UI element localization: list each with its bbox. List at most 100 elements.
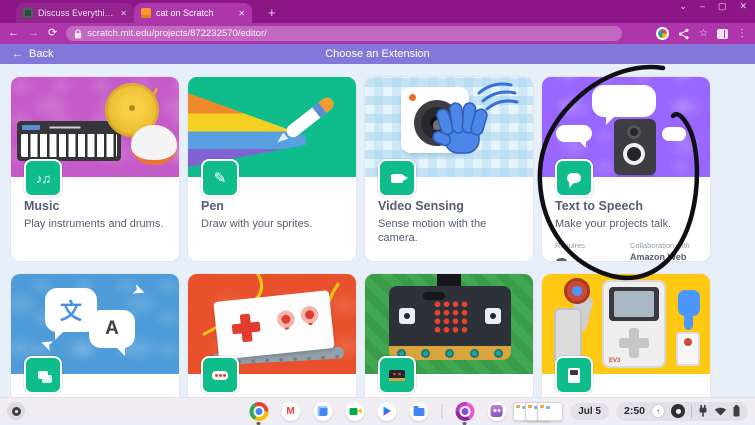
back-icon[interactable]: ←	[8, 28, 19, 39]
scratch-favicon	[141, 8, 151, 18]
keyboard-illustration	[17, 121, 121, 161]
calendar-icon[interactable]	[313, 401, 332, 421]
tab-close-icon[interactable]: ✕	[120, 9, 127, 18]
page-title: Choose an Extension	[325, 48, 430, 60]
extension-grid: ♪♫ Music Play instruments and drums. ✎ P…	[10, 76, 745, 424]
forward-icon[interactable]: →	[28, 28, 39, 39]
pen-extension-icon: ✎	[201, 159, 239, 197]
extension-card-text-to-speech[interactable]: Text to Speech Make your projects talk. …	[541, 76, 711, 262]
pink-browser-app-icon[interactable]	[455, 401, 474, 421]
shelf-app-icons: M	[249, 398, 506, 424]
notification-indicator-icon	[671, 404, 685, 418]
extension-title: Music	[24, 199, 60, 213]
menu-dots-icon[interactable]: ⋮	[737, 28, 747, 40]
extension-description: Draw with your sprites.	[201, 218, 313, 230]
curved-arrow-icon: ➤	[130, 280, 148, 300]
extension-title: Video Sensing	[378, 199, 464, 213]
tab-cat-on-scratch[interactable]: cat on Scratch ✕	[134, 3, 252, 23]
clock: 2:50	[623, 405, 645, 417]
lock-icon	[75, 28, 82, 38]
curved-arrow-icon: ➤	[38, 335, 55, 355]
browser-tabstrip: Discuss Everything About Gacha ✕ cat on …	[0, 0, 755, 23]
wifi-icon	[714, 407, 727, 416]
dpad-illustration	[231, 313, 262, 344]
tab-discuss-gacha[interactable]: Discuss Everything About Gacha ✕	[16, 3, 134, 23]
forum-favicon	[23, 8, 33, 18]
screen-capture-thumbnails[interactable]	[513, 401, 564, 421]
makey-makey-extension-icon	[201, 356, 239, 394]
video-sensing-extension-icon	[378, 159, 416, 197]
address-bar[interactable]: scratch.mit.edu/projects/872232570/edito…	[66, 26, 623, 41]
speech-bubble-left	[556, 125, 592, 148]
launcher-icon	[11, 406, 21, 416]
back-button-label: Back	[29, 48, 54, 60]
extension-description: Make your projects talk.	[555, 218, 672, 230]
extension-title: Text to Speech	[555, 199, 643, 213]
meet-icon[interactable]	[345, 401, 364, 421]
microbit-extension-icon	[378, 356, 416, 394]
translate-extension-icon	[24, 356, 62, 394]
chrome-icon[interactable]	[249, 401, 268, 421]
files-icon[interactable]	[409, 401, 428, 421]
music-extension-icon: ♪♫	[24, 159, 62, 197]
extension-description: Play instruments and drums.	[24, 218, 164, 230]
led-grid	[433, 300, 469, 334]
extension-card-music[interactable]: ♪♫ Music Play instruments and drums.	[10, 76, 180, 262]
pen-illustration	[283, 95, 337, 140]
launcher-button[interactable]	[7, 402, 25, 420]
speaker-illustration	[614, 119, 656, 175]
ev3-label: EV3	[609, 358, 621, 364]
tab-close-icon[interactable]: ✕	[238, 9, 245, 18]
extension-card-video-sensing[interactable]: Video Sensing Sense motion with the came…	[364, 76, 534, 262]
drum-illustration	[131, 125, 177, 165]
reload-icon[interactable]: ⟳	[48, 28, 57, 39]
requires-label: Requires	[555, 240, 586, 250]
button-b	[485, 308, 501, 324]
speech-bubble-large	[592, 85, 656, 125]
back-arrow-icon: ←	[12, 48, 23, 60]
window-menu-chevron-icon[interactable]: ⌄	[679, 1, 687, 12]
extension-title: Pen	[201, 199, 224, 213]
date-pill[interactable]: Jul 5	[570, 402, 609, 420]
tab-title: cat on Scratch	[156, 8, 214, 18]
extension-card-pen[interactable]: ✎ Pen Draw with your sprites.	[187, 76, 357, 262]
battery-icon	[733, 405, 740, 417]
side-panel-icon[interactable]	[717, 28, 728, 39]
text-to-speech-extension-icon	[555, 159, 593, 197]
internet-connection-icon	[556, 257, 567, 261]
shelf-separator	[441, 403, 442, 419]
tab-title: Discuss Everything About Gacha	[38, 8, 115, 18]
system-tray[interactable]: 2:50 ↑	[615, 401, 748, 421]
chromeos-screen: Discuss Everything About Gacha ✕ cat on …	[0, 0, 755, 424]
gmail-icon[interactable]: M	[281, 401, 300, 421]
collaborator-name: Amazon Web Services	[630, 251, 687, 262]
thumb-hand-illustration	[678, 290, 700, 330]
back-button[interactable]: ← Back	[0, 44, 65, 64]
minimize-icon[interactable]: –	[700, 1, 705, 12]
close-icon[interactable]: ✕	[739, 1, 747, 12]
profile-avatar[interactable]	[656, 27, 670, 40]
play-store-icon[interactable]	[377, 401, 396, 421]
browser-toolbar: ← → ⟳ scratch.mit.edu/projects/872232570…	[0, 23, 755, 44]
arrow-up-status-icon: ↑	[651, 404, 665, 418]
window-controls: ⌄ – ▢ ✕	[679, 1, 747, 12]
extension-footer: Requires Collaboration with Amazon Web S…	[555, 240, 697, 262]
ev3-buttons	[619, 328, 649, 358]
usb-power-icon	[699, 405, 707, 417]
extension-description: Sense motion with the camera.	[378, 218, 487, 244]
waving-hand-illustration	[432, 82, 519, 154]
new-tab-button[interactable]: +	[264, 3, 280, 23]
gacha-app-icon[interactable]	[487, 401, 506, 421]
collaboration-label: Collaboration with	[630, 240, 690, 250]
makey-board-illustration	[213, 290, 335, 360]
ev3-brick-illustration: EV3	[602, 280, 666, 368]
url-text: scratch.mit.edu/projects/872232570/edito…	[87, 28, 267, 39]
motor-wheel-illustration	[564, 278, 590, 304]
share-icon[interactable]	[678, 28, 690, 40]
latin-speech-bubble: A	[89, 310, 135, 356]
extension-library: ♪♫ Music Play instruments and drums. ✎ P…	[0, 64, 755, 424]
restore-icon[interactable]: ▢	[718, 1, 727, 12]
lego-ev3-extension-icon	[555, 356, 593, 394]
bookmark-star-icon[interactable]: ☆	[699, 28, 708, 40]
extension-modal-header: ← Back Choose an Extension	[0, 44, 755, 64]
